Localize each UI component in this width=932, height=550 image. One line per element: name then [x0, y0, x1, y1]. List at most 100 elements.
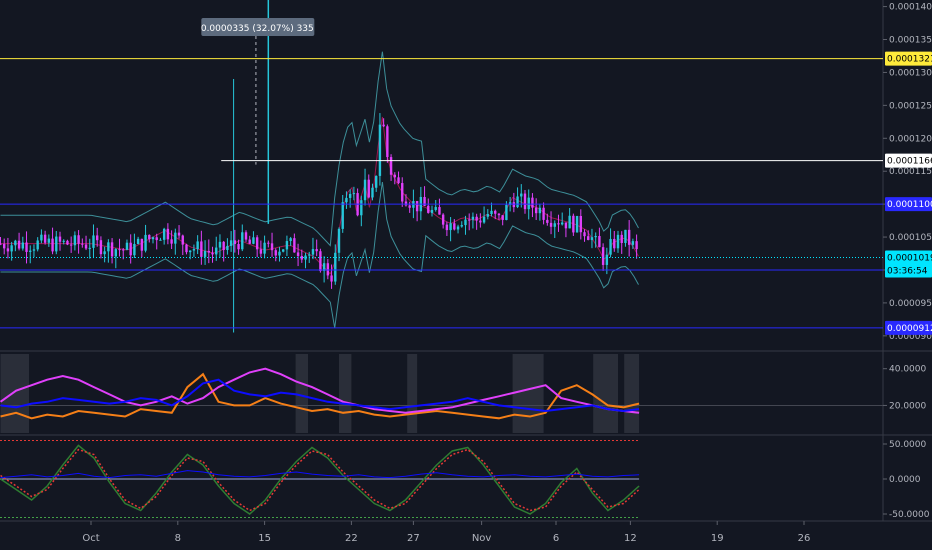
- candle-body: [155, 237, 158, 241]
- candle-body: [453, 223, 456, 230]
- candle-body: [259, 249, 263, 254]
- candle-body: [464, 219, 467, 226]
- candle-body: [631, 241, 635, 245]
- candle-body: [3, 243, 6, 249]
- candle-body: [427, 205, 430, 213]
- candle-body: [107, 242, 110, 252]
- candle-body: [415, 200, 419, 212]
- candle-body: [0, 243, 2, 245]
- candle-body: [486, 214, 489, 217]
- candle-body: [51, 238, 54, 252]
- candle-body: [293, 238, 296, 253]
- candle-body: [103, 251, 106, 255]
- candle-body: [241, 232, 244, 250]
- candle-body: [501, 215, 504, 220]
- candle-body: [84, 244, 88, 249]
- candle-body: [497, 213, 501, 216]
- candle-body: [520, 193, 523, 197]
- candle-body: [587, 236, 590, 240]
- candle-body: [360, 200, 363, 216]
- candle-body: [546, 219, 549, 223]
- candle-body: [438, 207, 441, 215]
- candle-body: [449, 223, 452, 231]
- candle-body: [222, 241, 225, 251]
- price-tick-label: 0.0000950: [889, 299, 932, 309]
- candle-body: [73, 235, 77, 246]
- dmi-shade-band: [0, 354, 30, 433]
- candle-body: [96, 235, 99, 241]
- candle-body: [397, 177, 400, 184]
- candle-body: [534, 207, 538, 214]
- candle-body: [341, 202, 344, 229]
- candle-body: [549, 222, 553, 227]
- candle-body: [393, 174, 396, 178]
- candle-body: [594, 236, 597, 238]
- candle-body: [166, 228, 170, 240]
- candle-body: [58, 236, 62, 242]
- candle-body: [122, 249, 125, 251]
- candle-body: [215, 247, 218, 255]
- candle-body: [278, 251, 281, 256]
- candle-body: [148, 234, 151, 240]
- time-tick-label: 27: [407, 533, 420, 544]
- candle-body: [311, 249, 315, 255]
- time-tick-label: 15: [258, 533, 271, 544]
- candle-body: [557, 223, 560, 225]
- candle-body: [255, 237, 259, 250]
- candle-body: [378, 124, 382, 176]
- candle-body: [527, 197, 530, 210]
- candle-body: [475, 216, 478, 221]
- price-tick-label: 0.0001350: [889, 36, 932, 46]
- time-tick-label: Nov: [472, 533, 492, 544]
- candle-body: [125, 242, 129, 250]
- candle-body: [10, 245, 13, 252]
- candle-body: [282, 249, 285, 252]
- price-level-value: 0.0001321: [887, 55, 932, 65]
- candle-body: [47, 238, 51, 243]
- candle-body: [382, 124, 385, 127]
- candle-body: [330, 275, 333, 282]
- candle-body: [345, 197, 348, 203]
- candle-body: [189, 250, 192, 253]
- candle-body: [460, 225, 463, 227]
- candle-body: [129, 242, 132, 256]
- candle-body: [579, 216, 582, 233]
- candle-body: [81, 243, 84, 245]
- time-tick-label: Oct: [82, 533, 99, 544]
- candle-body: [348, 193, 352, 198]
- dmi-shade-band: [295, 354, 308, 433]
- candle-body: [389, 157, 393, 175]
- dmi-shade-band: [624, 354, 640, 433]
- candle-body: [144, 234, 147, 251]
- candle-body: [244, 232, 248, 240]
- price-tick-label: 0.0001400: [889, 3, 932, 13]
- candle-body: [441, 214, 445, 225]
- candle-body: [270, 243, 274, 251]
- candle-body: [590, 237, 594, 240]
- candle-body: [512, 202, 516, 208]
- candle-body: [32, 249, 36, 251]
- candle-body: [36, 240, 39, 250]
- candle-body: [40, 234, 43, 241]
- candle-body: [445, 224, 449, 231]
- candle-body: [285, 241, 289, 250]
- candle-body: [185, 244, 188, 253]
- candle-body: [367, 179, 370, 198]
- candle-body: [624, 229, 627, 243]
- price-level-value: 0.0000912: [887, 324, 932, 334]
- osc-tick-label: 50.0000: [889, 440, 926, 450]
- candle-body: [386, 126, 389, 158]
- candle-body: [319, 251, 322, 272]
- candle-body: [575, 216, 579, 233]
- candle-body: [408, 205, 411, 208]
- candle-body: [363, 179, 367, 201]
- candle-body: [430, 209, 434, 213]
- candle-body: [375, 175, 378, 188]
- candle-body: [237, 244, 240, 250]
- price-tick-label: 0.0001050: [889, 233, 932, 243]
- price-tick-label: 0.0001250: [889, 101, 932, 111]
- candle-body: [66, 240, 69, 245]
- candle-body: [14, 240, 17, 246]
- trading-chart[interactable]: 0.0001400 0.0001350 0.0001300 0.0001250 0.00…: [0, 0, 932, 550]
- candle-body: [17, 240, 21, 249]
